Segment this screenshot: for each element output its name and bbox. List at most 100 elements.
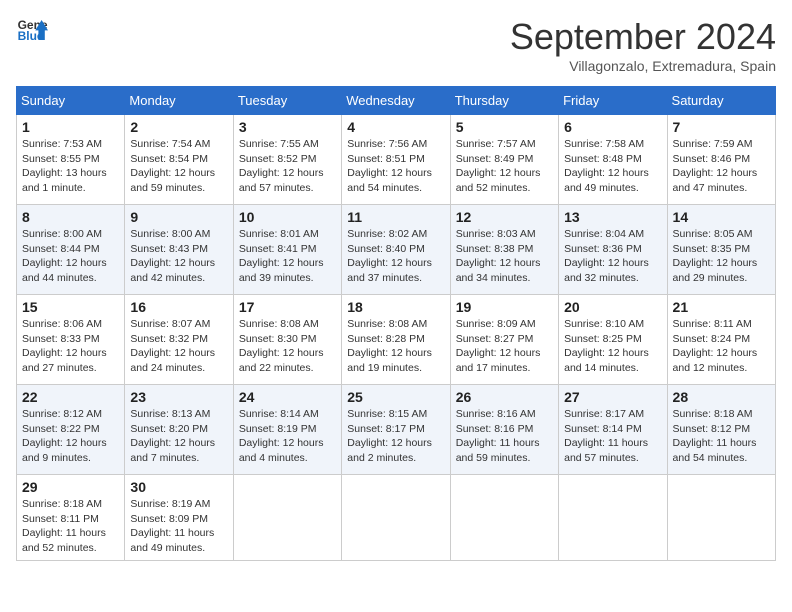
day-info: Sunrise: 8:18 AMSunset: 8:12 PMDaylight:… (673, 407, 770, 466)
day-cell (342, 475, 450, 561)
day-cell: 6 Sunrise: 7:58 AMSunset: 8:48 PMDayligh… (559, 115, 667, 205)
day-info: Sunrise: 8:13 AMSunset: 8:20 PMDaylight:… (130, 407, 227, 466)
day-number: 18 (347, 299, 444, 315)
day-info: Sunrise: 8:15 AMSunset: 8:17 PMDaylight:… (347, 407, 444, 466)
header-cell-thursday: Thursday (450, 87, 558, 115)
day-info: Sunrise: 8:16 AMSunset: 8:16 PMDaylight:… (456, 407, 553, 466)
day-info: Sunrise: 8:08 AMSunset: 8:28 PMDaylight:… (347, 317, 444, 376)
day-cell (667, 475, 775, 561)
day-info: Sunrise: 7:55 AMSunset: 8:52 PMDaylight:… (239, 137, 336, 196)
header-row: SundayMondayTuesdayWednesdayThursdayFrid… (17, 87, 776, 115)
day-cell: 25 Sunrise: 8:15 AMSunset: 8:17 PMDaylig… (342, 385, 450, 475)
day-info: Sunrise: 8:09 AMSunset: 8:27 PMDaylight:… (456, 317, 553, 376)
day-cell: 20 Sunrise: 8:10 AMSunset: 8:25 PMDaylig… (559, 295, 667, 385)
page-header: General Blue September 2024 Villagonzalo… (16, 16, 776, 74)
day-number: 13 (564, 209, 661, 225)
day-cell: 15 Sunrise: 8:06 AMSunset: 8:33 PMDaylig… (17, 295, 125, 385)
day-number: 3 (239, 119, 336, 135)
day-cell: 5 Sunrise: 7:57 AMSunset: 8:49 PMDayligh… (450, 115, 558, 205)
logo: General Blue (16, 16, 48, 44)
day-cell: 1 Sunrise: 7:53 AMSunset: 8:55 PMDayligh… (17, 115, 125, 205)
day-info: Sunrise: 8:02 AMSunset: 8:40 PMDaylight:… (347, 227, 444, 286)
day-info: Sunrise: 7:57 AMSunset: 8:49 PMDaylight:… (456, 137, 553, 196)
day-cell (233, 475, 341, 561)
day-cell: 18 Sunrise: 8:08 AMSunset: 8:28 PMDaylig… (342, 295, 450, 385)
day-info: Sunrise: 8:11 AMSunset: 8:24 PMDaylight:… (673, 317, 770, 376)
day-info: Sunrise: 7:54 AMSunset: 8:54 PMDaylight:… (130, 137, 227, 196)
title-area: September 2024 Villagonzalo, Extremadura… (510, 16, 776, 74)
day-cell: 13 Sunrise: 8:04 AMSunset: 8:36 PMDaylig… (559, 205, 667, 295)
day-number: 7 (673, 119, 770, 135)
header-cell-sunday: Sunday (17, 87, 125, 115)
day-cell: 9 Sunrise: 8:00 AMSunset: 8:43 PMDayligh… (125, 205, 233, 295)
day-number: 25 (347, 389, 444, 405)
day-cell: 17 Sunrise: 8:08 AMSunset: 8:30 PMDaylig… (233, 295, 341, 385)
day-info: Sunrise: 7:53 AMSunset: 8:55 PMDaylight:… (22, 137, 119, 196)
day-number: 29 (22, 479, 119, 495)
day-cell: 10 Sunrise: 8:01 AMSunset: 8:41 PMDaylig… (233, 205, 341, 295)
day-cell: 21 Sunrise: 8:11 AMSunset: 8:24 PMDaylig… (667, 295, 775, 385)
day-info: Sunrise: 8:08 AMSunset: 8:30 PMDaylight:… (239, 317, 336, 376)
day-cell: 23 Sunrise: 8:13 AMSunset: 8:20 PMDaylig… (125, 385, 233, 475)
day-info: Sunrise: 7:59 AMSunset: 8:46 PMDaylight:… (673, 137, 770, 196)
day-info: Sunrise: 8:00 AMSunset: 8:44 PMDaylight:… (22, 227, 119, 286)
week-row-2: 8 Sunrise: 8:00 AMSunset: 8:44 PMDayligh… (17, 205, 776, 295)
day-number: 20 (564, 299, 661, 315)
day-info: Sunrise: 8:17 AMSunset: 8:14 PMDaylight:… (564, 407, 661, 466)
week-row-5: 29 Sunrise: 8:18 AMSunset: 8:11 PMDaylig… (17, 475, 776, 561)
day-number: 21 (673, 299, 770, 315)
day-number: 30 (130, 479, 227, 495)
day-info: Sunrise: 8:19 AMSunset: 8:09 PMDaylight:… (130, 497, 227, 556)
day-cell: 4 Sunrise: 7:56 AMSunset: 8:51 PMDayligh… (342, 115, 450, 205)
week-row-1: 1 Sunrise: 7:53 AMSunset: 8:55 PMDayligh… (17, 115, 776, 205)
day-info: Sunrise: 8:07 AMSunset: 8:32 PMDaylight:… (130, 317, 227, 376)
day-number: 24 (239, 389, 336, 405)
day-info: Sunrise: 8:00 AMSunset: 8:43 PMDaylight:… (130, 227, 227, 286)
day-cell: 19 Sunrise: 8:09 AMSunset: 8:27 PMDaylig… (450, 295, 558, 385)
day-number: 2 (130, 119, 227, 135)
day-info: Sunrise: 8:01 AMSunset: 8:41 PMDaylight:… (239, 227, 336, 286)
day-cell: 24 Sunrise: 8:14 AMSunset: 8:19 PMDaylig… (233, 385, 341, 475)
week-row-4: 22 Sunrise: 8:12 AMSunset: 8:22 PMDaylig… (17, 385, 776, 475)
day-info: Sunrise: 7:56 AMSunset: 8:51 PMDaylight:… (347, 137, 444, 196)
day-info: Sunrise: 8:05 AMSunset: 8:35 PMDaylight:… (673, 227, 770, 286)
header-cell-monday: Monday (125, 87, 233, 115)
day-cell: 30 Sunrise: 8:19 AMSunset: 8:09 PMDaylig… (125, 475, 233, 561)
day-cell: 8 Sunrise: 8:00 AMSunset: 8:44 PMDayligh… (17, 205, 125, 295)
day-info: Sunrise: 7:58 AMSunset: 8:48 PMDaylight:… (564, 137, 661, 196)
day-info: Sunrise: 8:18 AMSunset: 8:11 PMDaylight:… (22, 497, 119, 556)
day-cell: 28 Sunrise: 8:18 AMSunset: 8:12 PMDaylig… (667, 385, 775, 475)
day-number: 1 (22, 119, 119, 135)
day-cell: 29 Sunrise: 8:18 AMSunset: 8:11 PMDaylig… (17, 475, 125, 561)
day-cell: 7 Sunrise: 7:59 AMSunset: 8:46 PMDayligh… (667, 115, 775, 205)
day-number: 19 (456, 299, 553, 315)
day-cell: 14 Sunrise: 8:05 AMSunset: 8:35 PMDaylig… (667, 205, 775, 295)
month-title: September 2024 (510, 16, 776, 58)
day-number: 9 (130, 209, 227, 225)
day-cell (450, 475, 558, 561)
day-number: 16 (130, 299, 227, 315)
day-number: 14 (673, 209, 770, 225)
location-title: Villagonzalo, Extremadura, Spain (510, 58, 776, 74)
day-cell: 16 Sunrise: 8:07 AMSunset: 8:32 PMDaylig… (125, 295, 233, 385)
header-cell-saturday: Saturday (667, 87, 775, 115)
day-number: 23 (130, 389, 227, 405)
header-cell-friday: Friday (559, 87, 667, 115)
day-number: 22 (22, 389, 119, 405)
day-number: 11 (347, 209, 444, 225)
day-info: Sunrise: 8:10 AMSunset: 8:25 PMDaylight:… (564, 317, 661, 376)
day-number: 27 (564, 389, 661, 405)
day-cell: 11 Sunrise: 8:02 AMSunset: 8:40 PMDaylig… (342, 205, 450, 295)
day-cell: 3 Sunrise: 7:55 AMSunset: 8:52 PMDayligh… (233, 115, 341, 205)
day-number: 12 (456, 209, 553, 225)
day-number: 5 (456, 119, 553, 135)
week-row-3: 15 Sunrise: 8:06 AMSunset: 8:33 PMDaylig… (17, 295, 776, 385)
day-number: 6 (564, 119, 661, 135)
day-number: 4 (347, 119, 444, 135)
day-cell: 2 Sunrise: 7:54 AMSunset: 8:54 PMDayligh… (125, 115, 233, 205)
day-number: 26 (456, 389, 553, 405)
calendar-table: SundayMondayTuesdayWednesdayThursdayFrid… (16, 86, 776, 561)
day-info: Sunrise: 8:12 AMSunset: 8:22 PMDaylight:… (22, 407, 119, 466)
day-number: 17 (239, 299, 336, 315)
day-number: 10 (239, 209, 336, 225)
